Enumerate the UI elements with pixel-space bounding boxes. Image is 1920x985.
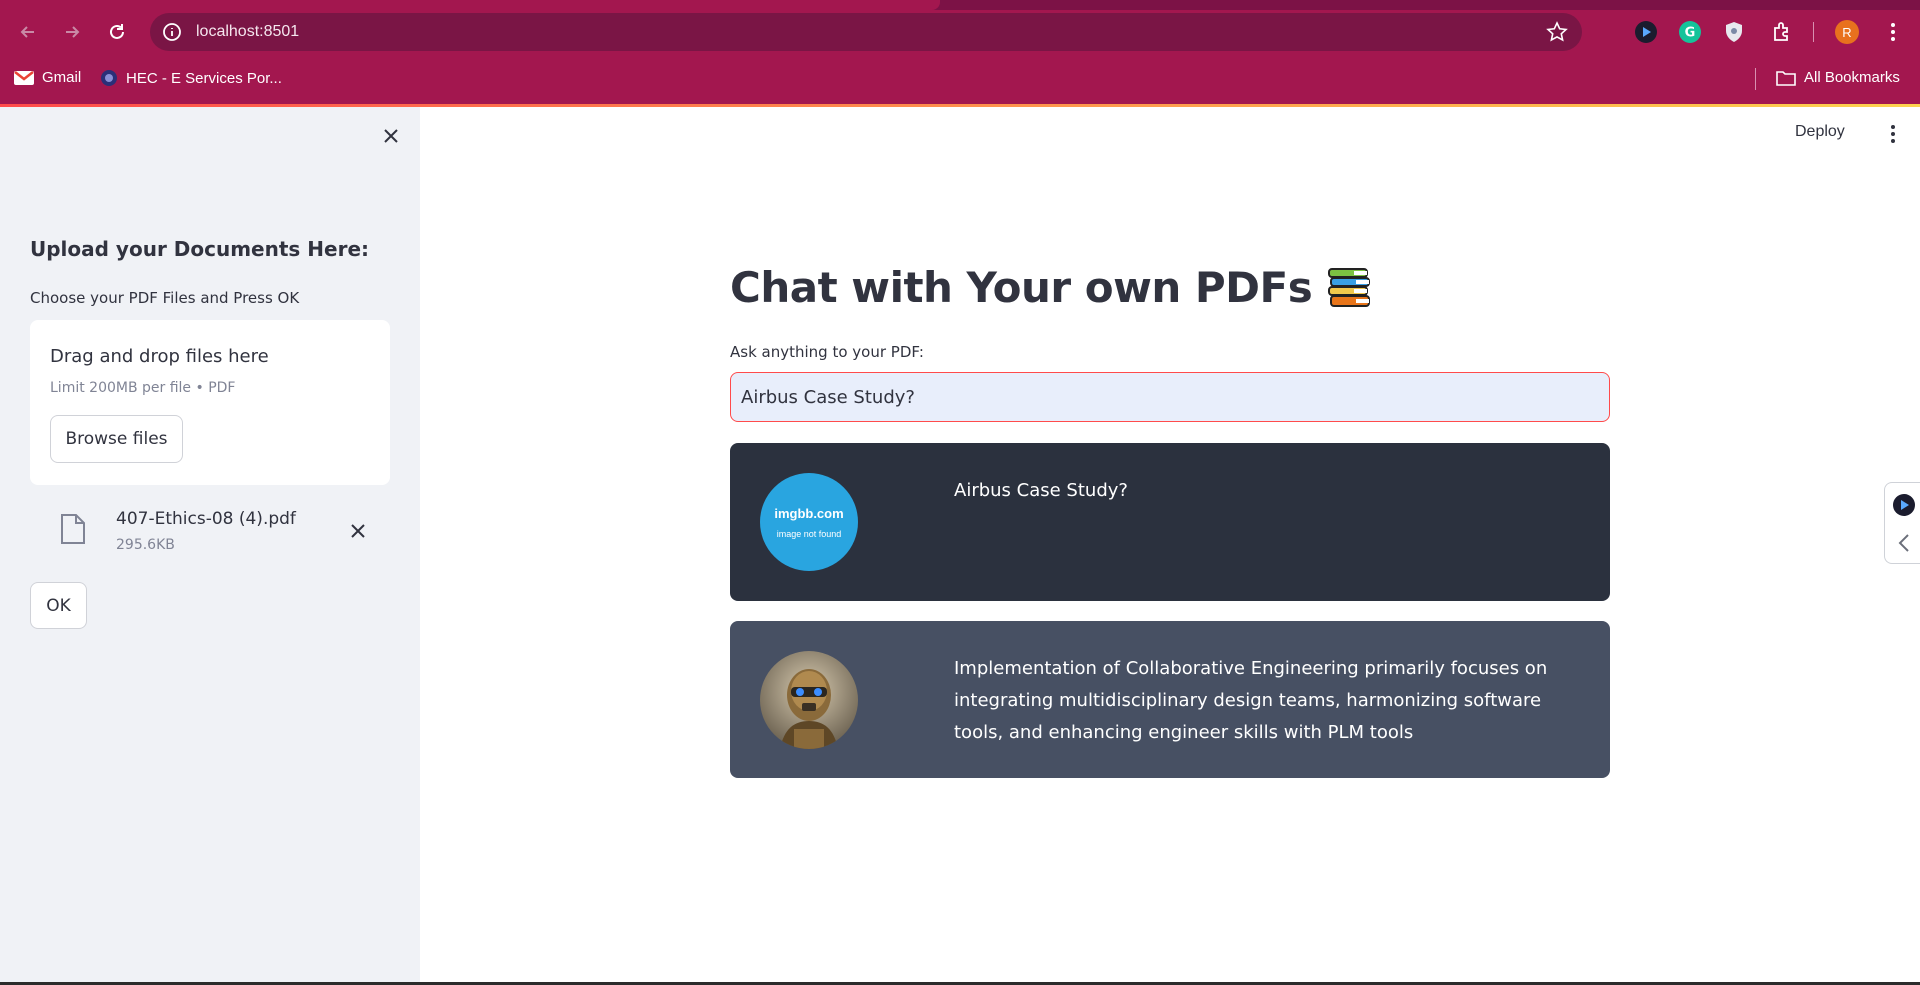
all-bookmarks[interactable]: All Bookmarks <box>1776 69 1900 86</box>
file-size: 295.6KB <box>116 537 175 553</box>
profile-avatar[interactable]: R <box>1835 20 1859 44</box>
bookmarks-divider <box>1755 68 1756 90</box>
ok-button[interactable]: OK <box>30 582 87 629</box>
site-info-icon[interactable] <box>162 22 182 42</box>
dropzone-limit: Limit 200MB per file • PDF <box>50 380 236 396</box>
all-bookmarks-label: All Bookmarks <box>1804 69 1900 86</box>
reload-icon[interactable] <box>103 18 131 46</box>
address-bar[interactable]: localhost:8501 <box>150 13 1582 51</box>
url-text[interactable]: localhost:8501 <box>196 23 299 41</box>
uploader-label: Choose your PDF Files and Press OK <box>30 289 300 307</box>
avatar-text-site: imgbb.com <box>774 505 844 521</box>
uploaded-file: 407-Ethics-08 (4).pdf 295.6KB <box>30 495 390 565</box>
browser-menu-icon[interactable] <box>1881 20 1905 44</box>
sidebar-heading: Upload your Documents Here: <box>30 237 370 261</box>
page-title-text: Chat with Your own PDFs <box>730 263 1313 312</box>
extensions-puzzle-icon[interactable] <box>1770 20 1794 44</box>
bookmark-gmail[interactable]: Gmail <box>14 69 81 86</box>
grammarly-icon[interactable]: G <box>1678 20 1702 44</box>
books-icon <box>1328 267 1371 307</box>
active-tab[interactable] <box>0 0 940 10</box>
hec-icon <box>101 70 117 86</box>
bookmarks-bar: Gmail HEC - E Services Por... All Bookma… <box>0 54 1920 104</box>
avatar-text-error: image not found <box>776 528 842 539</box>
gmail-icon <box>14 70 34 85</box>
chat-message-user: imgbb.com image not found Airbus Case St… <box>730 443 1610 601</box>
forward-icon[interactable] <box>58 18 86 46</box>
chat-message-bot: Implementation of Collaborative Engineer… <box>730 621 1610 778</box>
extension-play-icon[interactable] <box>1634 20 1658 44</box>
sidebar: Upload your Documents Here: Choose your … <box>0 107 420 985</box>
bookmark-label: HEC - E Services Por... <box>126 69 282 87</box>
extension-play-icon[interactable] <box>1892 493 1916 517</box>
file-dropzone[interactable]: Drag and drop files here Limit 200MB per… <box>30 320 390 485</box>
sidebar-close-icon[interactable] <box>378 123 404 149</box>
file-name: 407-Ethics-08 (4).pdf <box>116 509 296 529</box>
back-icon[interactable] <box>14 18 42 46</box>
browser-toolbar: localhost:8501 G R <box>0 10 1920 54</box>
question-label: Ask anything to your PDF: <box>730 343 924 361</box>
bookmark-star-icon[interactable] <box>1546 21 1568 43</box>
bookmark-hec[interactable]: HEC - E Services Por... <box>100 69 282 87</box>
folder-icon <box>1776 70 1796 86</box>
toolbar-divider <box>1813 22 1814 42</box>
deploy-button[interactable]: Deploy <box>1795 123 1845 141</box>
tab-strip <box>0 0 1920 10</box>
chevron-left-icon[interactable] <box>1894 531 1914 555</box>
shield-icon[interactable] <box>1722 20 1746 44</box>
remove-file-icon[interactable] <box>346 519 370 543</box>
message-text: Airbus Case Study? <box>954 480 1128 501</box>
side-panel-tab[interactable] <box>1884 482 1920 564</box>
robot-avatar <box>760 651 858 749</box>
message-text: Implementation of Collaborative Engineer… <box>954 658 1548 743</box>
svg-text:G: G <box>1685 26 1696 41</box>
file-icon <box>61 514 85 544</box>
main-menu-icon[interactable] <box>1883 122 1903 146</box>
bookmark-label: Gmail <box>42 69 82 86</box>
page-title: Chat with Your own PDFs <box>730 263 1372 312</box>
question-input[interactable] <box>730 372 1610 422</box>
dropzone-title: Drag and drop files here <box>50 346 269 367</box>
user-avatar: imgbb.com image not found <box>760 473 858 571</box>
browse-files-button[interactable]: Browse files <box>50 415 183 463</box>
